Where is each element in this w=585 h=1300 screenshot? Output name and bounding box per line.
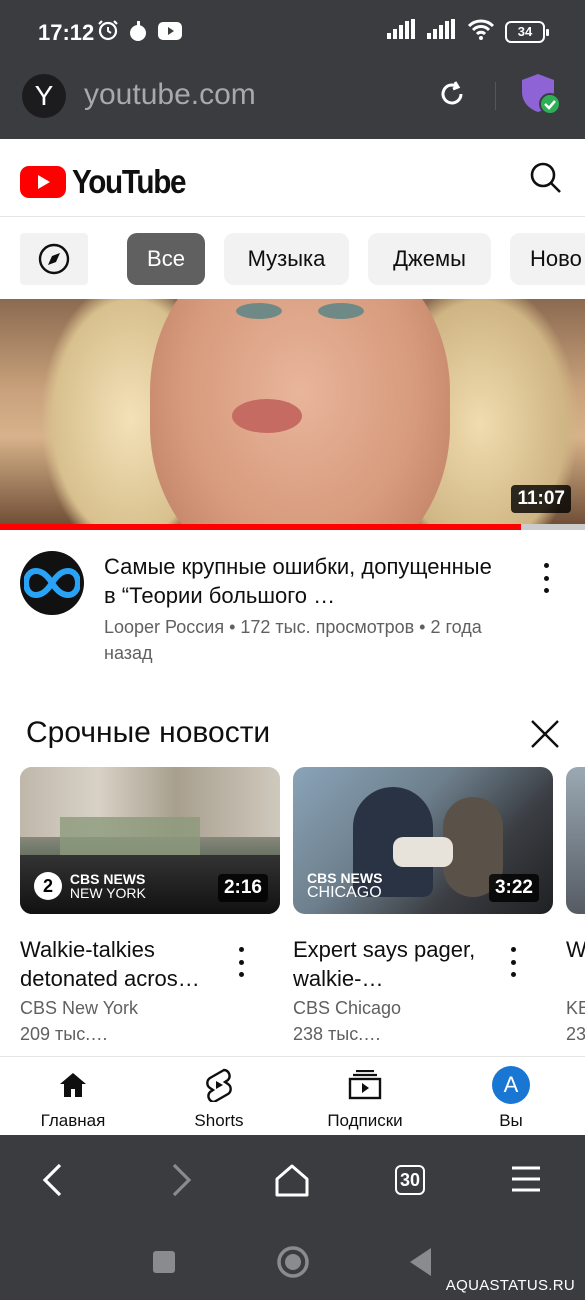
- wifi-icon: [467, 18, 495, 45]
- video-duration: 3:22: [488, 874, 539, 902]
- home-icon: [60, 1073, 86, 1097]
- avatar: A: [492, 1066, 530, 1104]
- nav-subscriptions-label: Подписки: [327, 1111, 403, 1130]
- explore-chip[interactable]: [20, 233, 88, 285]
- battery-icon: 34: [505, 20, 549, 43]
- android-navigation-bar: AQUASTATUS.RU: [0, 1230, 585, 1300]
- toolbar-divider: [495, 82, 496, 110]
- tabs-counter[interactable]: 30: [395, 1165, 425, 1195]
- cbs-news-logo: CBS NEWS CHICAGO: [307, 870, 383, 901]
- nav-you[interactable]: A Вы: [438, 1066, 584, 1131]
- news-card-title[interactable]: W… ar…: [566, 935, 585, 964]
- video-duration: 2:16: [217, 874, 268, 902]
- home-icon[interactable]: [274, 1163, 310, 1202]
- news-card-partial[interactable]: W… ar… KE…23…: [566, 767, 585, 1057]
- browser-logo-badge[interactable]: Y: [22, 74, 66, 118]
- close-icon[interactable]: [529, 718, 561, 755]
- card-options-menu-icon[interactable]: [231, 947, 251, 977]
- card-options-menu-icon[interactable]: [503, 947, 523, 977]
- menu-icon[interactable]: [510, 1165, 542, 1198]
- news-card-title[interactable]: Walkie-talkies detonated acros…: [20, 935, 230, 993]
- back-icon[interactable]: [40, 1163, 66, 1202]
- news-card[interactable]: CBS NEWS CHICAGO 3:22 Expert says pager, …: [293, 767, 553, 1044]
- nav-shorts-label: Shorts: [194, 1111, 244, 1130]
- youtube-logo[interactable]: YouTube: [20, 163, 198, 201]
- news-card[interactable]: 2 CBS NEWS NEW YORK 2:16 Walkie-talkies d…: [20, 767, 280, 1044]
- app-notification-icon: [128, 20, 148, 47]
- nav-home[interactable]: Главная: [0, 1067, 146, 1131]
- nav-subscriptions[interactable]: Подписки: [292, 1067, 438, 1131]
- compass-icon: [38, 243, 70, 275]
- shield-protection-icon[interactable]: [520, 72, 562, 121]
- home-button-icon[interactable]: [276, 1245, 310, 1284]
- url-field[interactable]: youtube.com: [84, 78, 256, 112]
- chip-new[interactable]: Ново: [510, 233, 585, 285]
- chip-music[interactable]: Музыка: [224, 233, 349, 285]
- category-chips: Все Музыка Джемы Ново: [0, 217, 585, 299]
- news-card-channel: CBS New York 209 тыс.…: [20, 998, 139, 1044]
- news-card-title[interactable]: Expert says pager, walkie-…: [293, 935, 503, 993]
- nav-you-label: Вы: [499, 1111, 523, 1130]
- youtube-header: YouTube: [0, 139, 585, 217]
- reload-icon[interactable]: [436, 78, 468, 115]
- channel-avatar[interactable]: [20, 551, 84, 615]
- news-card-channel: CBS Chicago 238 тыс.…: [293, 998, 402, 1044]
- youtube-wordmark: YouTube: [72, 163, 187, 200]
- infinity-logo-icon: [24, 567, 80, 599]
- browser-toolbar: 30: [0, 1135, 585, 1230]
- video-metadata: Looper Россия • 172 тыс. просмотров • 2 …: [104, 617, 482, 663]
- signal-icon-2: [427, 19, 457, 44]
- chip-all[interactable]: Все: [127, 233, 205, 285]
- chip-jams[interactable]: Джемы: [368, 233, 491, 285]
- watch-progress-bar: [0, 524, 585, 530]
- nav-shorts[interactable]: Shorts: [146, 1067, 292, 1131]
- youtube-bottom-nav: Главная Shorts Подписки A Вы: [0, 1056, 585, 1135]
- alarm-icon: [96, 18, 120, 47]
- video-options-menu-icon[interactable]: [536, 563, 556, 593]
- status-bar: 17:12 34: [0, 0, 585, 64]
- section-title: Срочные новости: [26, 716, 271, 749]
- recents-icon[interactable]: [152, 1250, 176, 1279]
- shorts-icon: [206, 1068, 232, 1102]
- search-icon[interactable]: [529, 161, 563, 200]
- video-duration: 11:07: [511, 485, 571, 513]
- forward-icon[interactable]: [168, 1163, 194, 1202]
- youtube-play-logo-icon: [20, 166, 66, 198]
- news-thumbnail[interactable]: [566, 767, 585, 914]
- back-triangle-icon[interactable]: [408, 1247, 432, 1282]
- youtube-notification-icon: [158, 22, 182, 45]
- cbs-news-logo: 2 CBS NEWS NEW YORK: [34, 872, 146, 900]
- news-thumbnail[interactable]: 2 CBS NEWS NEW YORK 2:16: [20, 767, 280, 914]
- news-card-channel: KE…23…: [566, 998, 585, 1044]
- subscriptions-icon: [348, 1070, 382, 1100]
- news-thumbnail[interactable]: CBS NEWS CHICAGO 3:22: [293, 767, 553, 914]
- nav-home-label: Главная: [40, 1111, 106, 1130]
- hero-video-thumbnail[interactable]: 11:07: [0, 299, 585, 529]
- browser-address-bar: Y youtube.com: [0, 64, 585, 139]
- video-title[interactable]: Самые крупные ошибки, допущенные в “Теор…: [104, 552, 504, 610]
- watch-progress-fill: [0, 524, 521, 530]
- watermark: AQUASTATUS.RU: [445, 1277, 575, 1294]
- clock: 17:12: [38, 20, 95, 45]
- signal-icon: [387, 19, 417, 44]
